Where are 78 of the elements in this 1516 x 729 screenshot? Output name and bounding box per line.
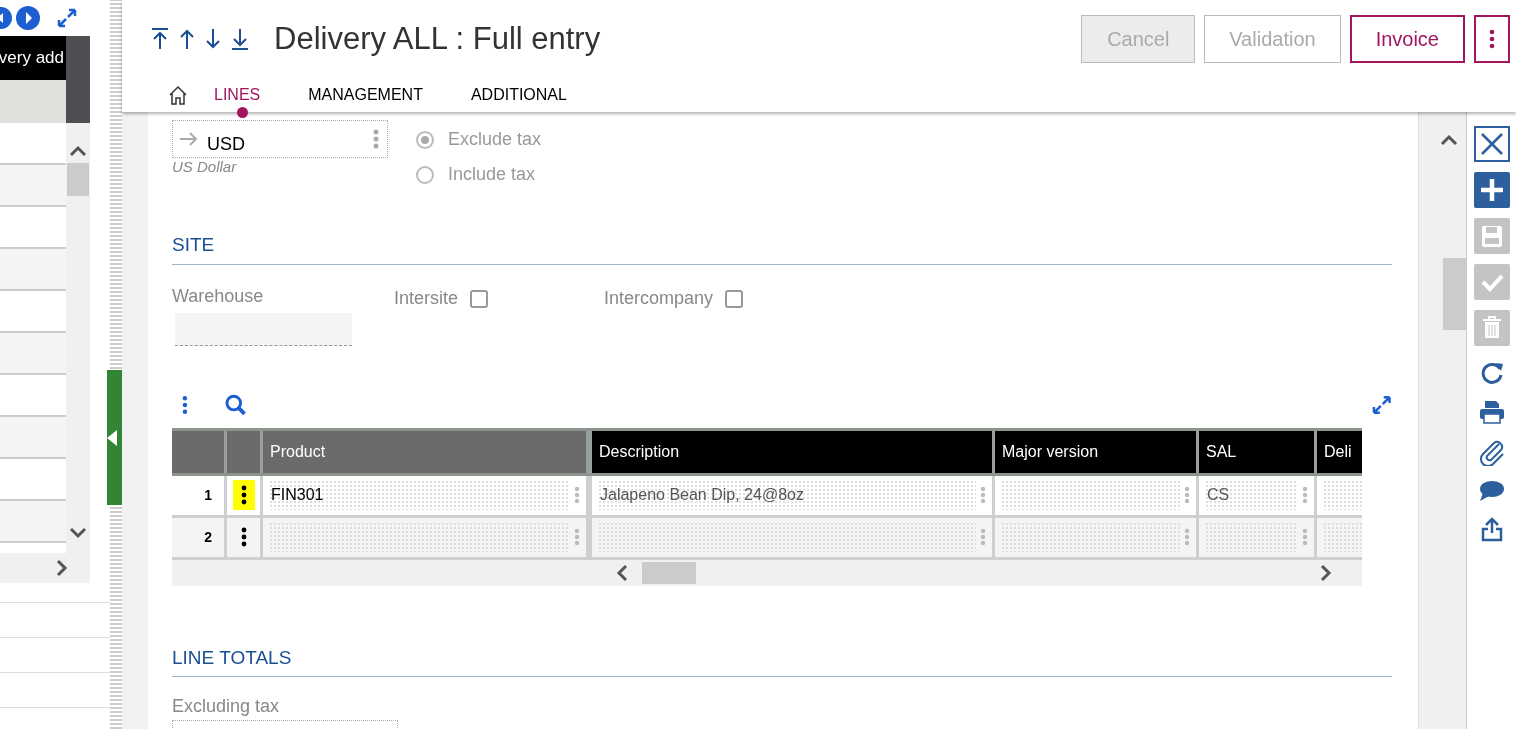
cell-field[interactable]: [1001, 480, 1180, 510]
collapse-arrow-icon: [107, 429, 117, 446]
header-cell: [227, 430, 260, 473]
list-row[interactable]: [0, 417, 66, 459]
more-icon: [1489, 29, 1495, 49]
more-icon[interactable]: [182, 394, 188, 415]
list-row[interactable]: [0, 333, 66, 375]
delete-icon[interactable]: [1473, 310, 1510, 346]
action-button[interactable]: Invoice: [1349, 15, 1465, 63]
scroll-thumb[interactable]: [67, 163, 89, 196]
cell-field[interactable]: Jalapeno Bean Dip, 24@8oz: [598, 480, 976, 510]
scroll-up-icon[interactable]: [69, 145, 87, 157]
scrollbar[interactable]: [1418, 112, 1466, 729]
speech-bubble-icon[interactable]: [1478, 480, 1505, 502]
field-label: Excluding tax: [172, 695, 281, 718]
cell-field[interactable]: [1001, 522, 1180, 552]
list-row[interactable]: [0, 249, 66, 291]
warehouse-field[interactable]: [175, 312, 352, 346]
splitter[interactable]: [110, 0, 122, 729]
first-record-icon[interactable]: [150, 27, 170, 51]
row-number: 1: [172, 475, 224, 515]
scroll-up-icon[interactable]: [1440, 134, 1458, 146]
currency-value: USD: [207, 132, 245, 156]
scrollbar[interactable]: [66, 123, 90, 553]
close-icon[interactable]: [1473, 126, 1510, 162]
search-icon[interactable]: [223, 392, 248, 417]
row-number: 2: [172, 517, 224, 557]
expand-icon[interactable]: [56, 7, 78, 29]
tab[interactable]: MANAGEMENT: [308, 83, 423, 119]
tab[interactable]: ADDITIONAL: [470, 83, 567, 119]
scroll-left-icon[interactable]: [616, 563, 628, 582]
field-label: Warehouse: [172, 284, 265, 308]
scroll-down-icon[interactable]: [69, 527, 87, 539]
collapse-handle[interactable]: [107, 370, 122, 505]
next-icon[interactable]: [16, 6, 40, 30]
add-icon[interactable]: [1473, 172, 1510, 208]
section-title: LINE TOTALS: [172, 643, 1392, 677]
cell-field[interactable]: CS: [1205, 480, 1298, 510]
radio-label: Exclude tax: [448, 128, 542, 151]
scroll-thumb[interactable]: [1443, 258, 1466, 330]
scroll-right-icon[interactable]: [56, 559, 68, 577]
home-icon[interactable]: [168, 85, 188, 105]
scroll-thumb[interactable]: [642, 561, 696, 584]
scroll-right-icon[interactable]: [1320, 563, 1332, 582]
radio-label: Include tax: [448, 163, 536, 186]
row-menu-icon[interactable]: [232, 480, 255, 510]
checkmark-icon[interactable]: [1473, 264, 1510, 300]
cell-field[interactable]: [598, 522, 976, 552]
checkbox-label: Intersite: [394, 287, 459, 310]
column-header[interactable]: Description: [592, 430, 992, 473]
radio-button[interactable]: [416, 165, 434, 184]
scrollbar[interactable]: [590, 559, 1362, 586]
paperclip-icon[interactable]: [1478, 438, 1505, 466]
section-title: SITE: [172, 231, 1392, 265]
next-record-icon[interactable]: [204, 27, 222, 51]
column-header[interactable]: Major version: [995, 430, 1196, 473]
arrow-right-icon: [179, 132, 199, 146]
save-icon[interactable]: [1473, 218, 1510, 254]
currency-description: US Dollar: [172, 158, 238, 176]
printer-icon[interactable]: [1478, 400, 1505, 424]
last-record-icon[interactable]: [230, 27, 250, 51]
previous-record-icon[interactable]: [178, 27, 196, 51]
column-header[interactable]: Product: [263, 430, 586, 473]
column-header[interactable]: Deli: [1317, 430, 1362, 473]
column-header[interactable]: SAL: [1199, 430, 1314, 473]
share-icon[interactable]: [1479, 516, 1504, 542]
checkbox[interactable]: [470, 289, 489, 308]
checkbox[interactable]: [725, 289, 744, 308]
currency-field[interactable]: USD: [172, 120, 388, 158]
filter-row[interactable]: [0, 80, 66, 123]
header-cell: [172, 430, 224, 473]
radio-button[interactable]: [416, 130, 434, 149]
cell-field[interactable]: FIN301: [269, 480, 570, 510]
expand-icon[interactable]: [1370, 393, 1392, 416]
more-button[interactable]: [1474, 15, 1510, 63]
checkbox-label: Intercompany: [604, 287, 714, 310]
page-title: Delivery ALL : Full entry: [274, 19, 601, 58]
list-row[interactable]: [0, 165, 66, 207]
